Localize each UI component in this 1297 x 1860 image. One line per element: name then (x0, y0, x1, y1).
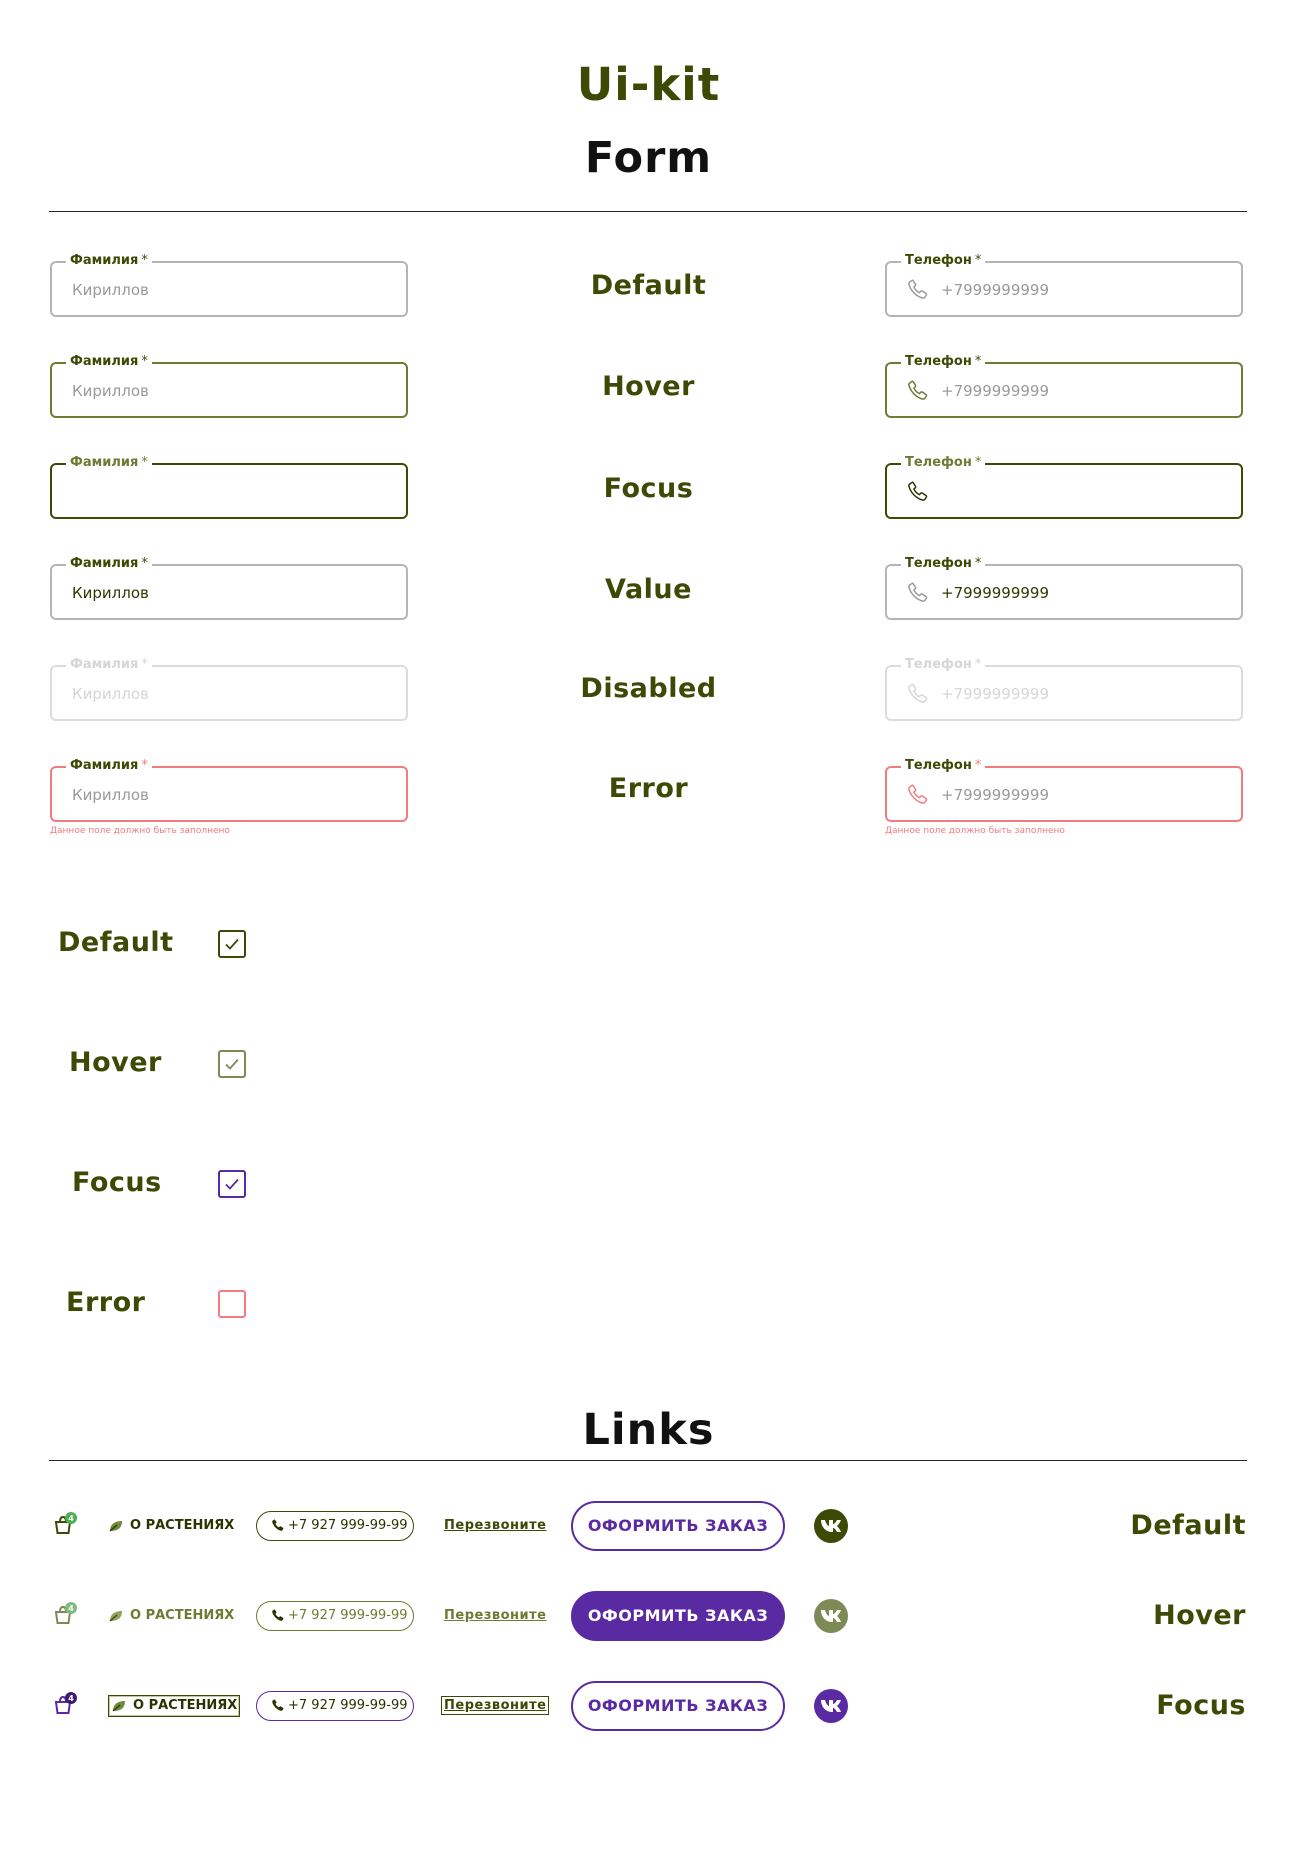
phone-icon (272, 1519, 284, 1531)
cart-icon[interactable]: 4 (52, 1512, 78, 1538)
phone-label: Телефон * (901, 757, 986, 775)
checkbox-state-label: Default (58, 927, 174, 958)
form-state-label: Hover (602, 371, 695, 402)
leaf-icon (112, 1700, 125, 1711)
phone-icon (908, 784, 928, 804)
surname-placeholder: Кириллов (72, 786, 149, 804)
surname-field-default[interactable]: Фамилия * Кириллов (50, 252, 408, 317)
leaf-icon (109, 1610, 122, 1621)
surname-field-disabled: Фамилия * Кириллов (50, 656, 408, 721)
surname-field-hover[interactable]: Фамилия * Кириллов (50, 353, 408, 418)
surname-placeholder: Кириллов (72, 382, 149, 400)
order-button[interactable]: ОФОРМИТЬ ЗАКАЗ (571, 1681, 785, 1731)
form-state-label: Error (608, 773, 689, 804)
svg-text:4: 4 (68, 1604, 74, 1613)
vk-icon (821, 1700, 841, 1712)
checkbox-hover[interactable] (218, 1050, 246, 1078)
callback-link[interactable]: Перезвоните (441, 1696, 550, 1715)
order-button[interactable]: ОФОРМИТЬ ЗАКАЗ (571, 1591, 785, 1641)
error-message: Данное поле должно быть заполнено (50, 826, 230, 836)
phone-link[interactable]: +7 927 999-99-99 (256, 1601, 414, 1631)
divider (49, 211, 1247, 212)
surname-field-value[interactable]: Фамилия * Кириллов (50, 555, 408, 620)
error-message: Данное поле должно быть заполнено (885, 826, 1065, 836)
phone-field-hover[interactable]: Телефон * +7999999999 (885, 353, 1243, 418)
form-state-label: Default (590, 270, 707, 301)
surname-placeholder: Кириллов (72, 281, 149, 299)
phone-field-focus[interactable]: Телефон * (885, 454, 1243, 519)
phone-link[interactable]: +7 927 999-99-99 (256, 1511, 414, 1541)
phone-placeholder: +7999999999 (941, 382, 1050, 400)
surname-label: Фамилия * (66, 757, 152, 775)
callback-link[interactable]: Перезвоните (444, 1608, 546, 1623)
phone-icon (908, 683, 928, 703)
phone-label: Телефон * (901, 454, 986, 472)
links-state-label: Hover (1153, 1600, 1246, 1631)
check-icon (225, 1058, 239, 1070)
phone-label: Телефон * (901, 555, 986, 573)
about-plants-link[interactable]: О РАСТЕНИЯХ (108, 1516, 234, 1536)
svg-text:4: 4 (68, 1514, 74, 1523)
form-state-label: Focus (603, 473, 694, 504)
vk-icon (821, 1520, 841, 1532)
surname-label: Фамилия * (66, 252, 152, 270)
phone-icon (908, 380, 928, 400)
order-button[interactable]: ОФОРМИТЬ ЗАКАЗ (571, 1501, 785, 1551)
divider (49, 1460, 1247, 1461)
surname-field-focus[interactable]: Фамилия * (50, 454, 408, 519)
checkbox-state-label: Error (66, 1287, 146, 1318)
phone-icon (272, 1699, 284, 1711)
surname-field-error[interactable]: Фамилия * Кириллов (50, 757, 408, 822)
leaf-icon (109, 1520, 122, 1531)
checkbox-focus[interactable] (218, 1170, 246, 1198)
surname-placeholder: Кириллов (72, 685, 149, 703)
check-icon (225, 938, 239, 950)
cart-icon[interactable]: 4 (52, 1692, 78, 1718)
phone-placeholder: +7999999999 (941, 786, 1050, 804)
surname-value: Кириллов (72, 584, 149, 602)
surname-label: Фамилия * (66, 353, 152, 371)
checkbox-error[interactable] (218, 1290, 246, 1318)
section-title-links: Links (582, 1405, 715, 1455)
form-state-label: Value (605, 574, 692, 605)
phone-field-default[interactable]: Телефон * +7999999999 (885, 252, 1243, 317)
links-state-label: Focus (1156, 1690, 1246, 1721)
phone-placeholder: +7999999999 (941, 281, 1050, 299)
phone-icon (908, 481, 928, 501)
surname-label: Фамилия * (66, 656, 152, 674)
checkbox-state-label: Focus (72, 1167, 162, 1198)
vk-icon (821, 1610, 841, 1622)
phone-field-value[interactable]: Телефон * +7999999999 (885, 555, 1243, 620)
phone-placeholder: +7999999999 (941, 685, 1050, 703)
page-title: Ui-kit (576, 58, 721, 111)
callback-link[interactable]: Перезвоните (444, 1518, 546, 1533)
phone-label: Телефон * (901, 656, 986, 674)
check-icon (225, 1178, 239, 1190)
cart-icon[interactable]: 4 (52, 1602, 78, 1628)
svg-text:4: 4 (68, 1694, 74, 1703)
vk-link[interactable] (814, 1509, 848, 1543)
phone-value: +7999999999 (941, 584, 1050, 602)
phone-icon (272, 1609, 284, 1621)
about-plants-link[interactable]: О РАСТЕНИЯХ (108, 1695, 241, 1717)
phone-label: Телефон * (901, 353, 986, 371)
about-plants-link[interactable]: О РАСТЕНИЯХ (108, 1606, 234, 1626)
phone-label: Телефон * (901, 252, 986, 270)
phone-icon (908, 279, 928, 299)
checkbox-state-label: Hover (69, 1047, 162, 1078)
phone-link[interactable]: +7 927 999-99-99 (256, 1691, 414, 1721)
section-title-form: Form (584, 133, 713, 183)
checkbox-default[interactable] (218, 930, 246, 958)
vk-link[interactable] (814, 1599, 848, 1633)
links-state-label: Default (1130, 1510, 1246, 1541)
form-state-label: Disabled (580, 673, 717, 704)
surname-label: Фамилия * (66, 454, 152, 472)
vk-link[interactable] (814, 1689, 848, 1723)
phone-icon (908, 582, 928, 602)
phone-field-disabled: Телефон * +7999999999 (885, 656, 1243, 721)
phone-field-error[interactable]: Телефон * +7999999999 (885, 757, 1243, 822)
surname-label: Фамилия * (66, 555, 152, 573)
